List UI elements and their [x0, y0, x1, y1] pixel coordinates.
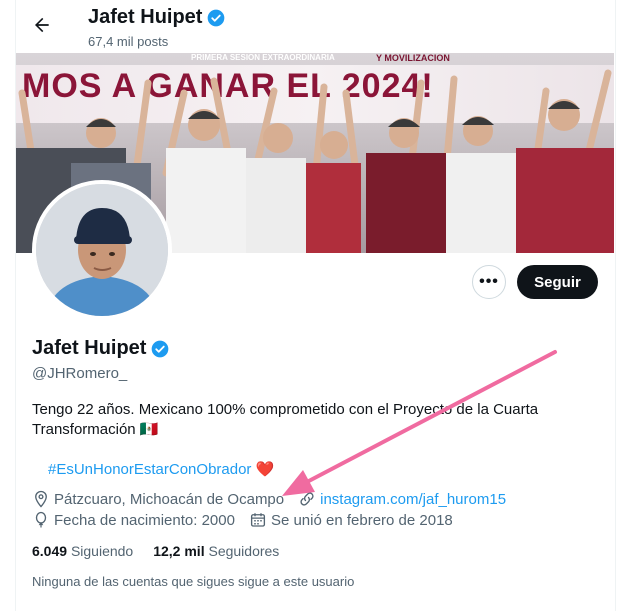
followers-stat[interactable]: 12,2 mil Seguidores [153, 543, 279, 559]
joined-text: Se unió en febrero de 2018 [270, 511, 453, 529]
followers-count: 12,2 mil [153, 543, 205, 559]
more-icon: ••• [479, 273, 499, 290]
back-button[interactable] [27, 10, 57, 40]
avatar-photo [36, 184, 168, 316]
more-button[interactable]: ••• [472, 265, 506, 299]
followers-you-know-note: Ninguna de las cuentas que sigues sigue … [32, 574, 355, 589]
calendar-icon [249, 511, 267, 529]
heart-icon: ❤️ [255, 461, 275, 478]
following-count: 6.049 [32, 543, 68, 559]
profile-handle: @JHRomero_ [32, 365, 128, 382]
header-title: Jafet Huipet [88, 6, 226, 29]
website-link[interactable]: instagram.com/jaf_hurom15 [320, 491, 506, 508]
post-count: 67,4 mil posts [88, 34, 169, 49]
location-text: Pátzcuaro, Michoacán de Ocampo [54, 490, 285, 508]
bio-line: Tengo 22 años. Mexicano 100% comprometid… [32, 401, 539, 418]
meta-row-location-link: Pátzcuaro, Michoacán de Ocampo instagram… [32, 490, 506, 508]
meta-row-birthday-joined: Fecha de nacimiento: 2000 Se unió en feb… [32, 511, 453, 529]
bio-line: Transformación 🇲🇽 [32, 421, 159, 438]
following-stat[interactable]: 6.049 Siguiendo [32, 543, 133, 559]
bio-hashtag-line: #EsUnHonorEstarConObrador ❤️ [48, 460, 275, 479]
birthday-text: Fecha de nacimiento: 2000 [54, 511, 235, 529]
location-icon [32, 490, 50, 508]
header-name: Jafet Huipet [88, 6, 203, 28]
profile-name-row: Jafet Huipet [32, 337, 170, 360]
back-arrow-icon [35, 17, 49, 33]
followers-label: Seguidores [208, 543, 280, 559]
follow-stats: 6.049 Siguiendo 12,2 mil Seguidores [32, 543, 279, 559]
avatar[interactable] [32, 180, 172, 320]
balloon-icon [32, 511, 50, 529]
hashtag-link[interactable]: #EsUnHonorEstarConObrador [48, 461, 251, 478]
following-label: Siguiendo [70, 543, 134, 559]
follow-button[interactable]: Seguir [517, 265, 598, 299]
profile-bio: Tengo 22 años. Mexicano 100% comprometid… [32, 400, 572, 440]
profile-name: Jafet Huipet [32, 337, 147, 359]
verified-badge-icon[interactable] [150, 339, 170, 359]
link-icon [298, 490, 316, 508]
verified-badge-icon [208, 9, 225, 26]
